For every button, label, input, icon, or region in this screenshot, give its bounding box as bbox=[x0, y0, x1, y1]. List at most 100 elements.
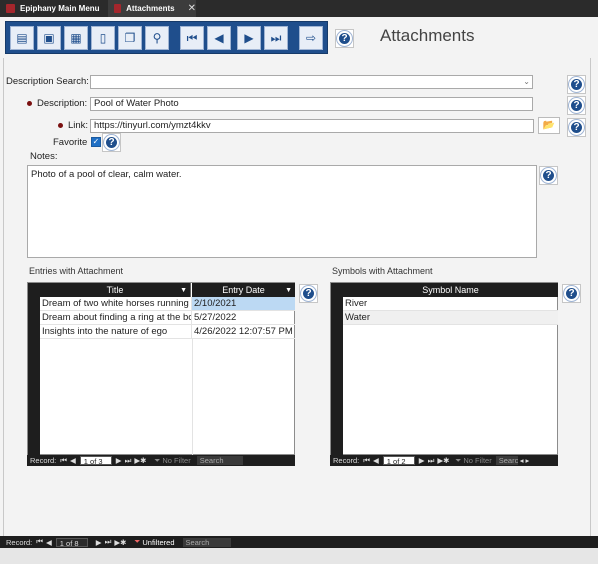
check-icon: ✓ bbox=[92, 137, 100, 146]
help-icon: ? bbox=[541, 168, 556, 183]
chevron-down-icon[interactable]: ⌄ bbox=[523, 76, 530, 88]
previous-record-icon[interactable]: ◀ bbox=[46, 538, 52, 547]
entry-title-cell[interactable]: Dream of two white horses running bbox=[40, 297, 192, 311]
find-icon: ⚲ bbox=[152, 31, 162, 45]
exit-icon: ⇨ bbox=[305, 31, 317, 45]
scroll-left-icon[interactable]: ◂ bbox=[520, 456, 524, 465]
previous-record-icon[interactable]: ◀ bbox=[373, 456, 379, 465]
new-record-icon[interactable]: ▶✱ bbox=[114, 538, 126, 547]
last-record-icon[interactable]: ⏭ bbox=[105, 537, 112, 547]
first-record-icon[interactable]: ⏮ bbox=[363, 456, 370, 466]
tab-attachments[interactable]: Attachments ✕ bbox=[108, 0, 196, 17]
tab-label: Epiphany Main Menu bbox=[20, 4, 100, 13]
symbols-navigation-bar: Record: ⏮ ◀ 1 of 2 ▶ ⏭ ▶✱ ⏷ No Filter Se… bbox=[330, 455, 558, 466]
tab-label: Attachments bbox=[126, 4, 175, 13]
filter-status[interactable]: Unfiltered bbox=[142, 538, 174, 547]
delete-button[interactable]: ▯ bbox=[91, 26, 115, 50]
notes-help[interactable]: ? bbox=[539, 166, 558, 185]
save-close-button[interactable]: ▣ bbox=[37, 26, 61, 50]
dropdown-arrow-icon[interactable]: ▼ bbox=[180, 287, 187, 294]
tab-main-menu[interactable]: Epiphany Main Menu bbox=[0, 0, 105, 17]
main-navigation-bar: Record: ⏮ ◀ 1 of 8 ▶ ⏭ ▶✱ ⏷ Unfiltered S… bbox=[0, 536, 598, 548]
description-search-combo[interactable]: ⌄ bbox=[90, 75, 533, 89]
favorite-help[interactable]: ? bbox=[102, 133, 121, 152]
entry-date-cell[interactable]: 4/26/2022 12:07:57 PM bbox=[192, 325, 295, 339]
notes-label: Notes: bbox=[30, 151, 58, 162]
record-selector-column[interactable] bbox=[28, 283, 40, 455]
new-record-icon[interactable]: ▶✱ bbox=[134, 456, 146, 465]
find-button[interactable]: ⚲ bbox=[145, 26, 169, 50]
entry-date-cell[interactable]: 5/27/2022 bbox=[192, 311, 295, 325]
record-position-field[interactable]: 1 of 8 bbox=[55, 537, 88, 548]
calendar-button[interactable]: ▦ bbox=[64, 26, 88, 50]
next-record-button[interactable]: ▶ bbox=[237, 26, 261, 50]
last-record-icon[interactable]: ⏭ bbox=[428, 456, 435, 466]
entries-help[interactable]: ? bbox=[299, 284, 318, 303]
table-row[interactable]: Water bbox=[343, 311, 558, 325]
search-box[interactable]: Search bbox=[182, 537, 231, 547]
document-tab-bar: Epiphany Main Menu Attachments ✕ bbox=[0, 0, 598, 17]
first-record-icon: ⏮ bbox=[186, 30, 198, 45]
last-record-icon: ⏭ bbox=[270, 30, 282, 45]
entry-title-cell[interactable]: Dream about finding a ring at the bo bbox=[40, 311, 192, 325]
last-record-button[interactable]: ⏭ bbox=[264, 26, 288, 50]
required-indicator bbox=[27, 101, 32, 106]
last-record-icon[interactable]: ⏭ bbox=[125, 456, 132, 466]
symbols-datasheet: Symbol Name River Water bbox=[330, 282, 558, 455]
link-field[interactable]: https://tinyurl.com/ymzt4kkv bbox=[90, 119, 534, 133]
required-indicator bbox=[58, 123, 63, 128]
search-box[interactable]: Searc bbox=[495, 456, 518, 465]
status-bar bbox=[0, 548, 598, 564]
first-record-icon[interactable]: ⏮ bbox=[36, 537, 43, 547]
description-label: Description: bbox=[37, 98, 88, 109]
entry-date-cell[interactable]: 2/10/2021 bbox=[192, 297, 295, 311]
close-icon[interactable]: ✕ bbox=[188, 3, 196, 14]
next-record-icon[interactable]: ▶ bbox=[96, 538, 102, 547]
next-record-icon: ▶ bbox=[244, 31, 254, 45]
dropdown-arrow-icon[interactable]: ▼ bbox=[285, 287, 292, 294]
record-toolbar: ▤ ▣ ▦ ▯ ❐ ⚲ ⏮ ◀ ▶ ⏭ ⇨ bbox=[5, 21, 328, 54]
description-search-help[interactable]: ? bbox=[567, 75, 586, 94]
form-icon bbox=[6, 4, 15, 13]
form-icon bbox=[114, 4, 122, 13]
record-position-field[interactable]: 1 of 2 bbox=[382, 456, 415, 466]
exit-button[interactable]: ⇨ bbox=[299, 26, 323, 50]
record-position-field[interactable]: 1 of 3 bbox=[79, 456, 112, 466]
record-selector-column[interactable] bbox=[331, 283, 343, 455]
form-title: Attachments bbox=[380, 26, 475, 45]
first-record-icon[interactable]: ⏮ bbox=[60, 456, 67, 466]
browse-folder-button[interactable]: 📂 bbox=[538, 117, 560, 134]
notes-textarea[interactable]: Photo of a pool of clear, calm water. bbox=[27, 165, 537, 258]
first-record-button[interactable]: ⏮ bbox=[180, 26, 204, 50]
favorite-checkbox[interactable]: ✓ bbox=[91, 137, 101, 147]
column-header-entry-date[interactable]: Entry Date ▼ bbox=[192, 283, 295, 297]
filter-icon: ⏷ bbox=[134, 537, 141, 546]
search-box[interactable]: Search bbox=[196, 456, 243, 465]
description-field[interactable]: Pool of Water Photo bbox=[90, 97, 533, 111]
copy-button[interactable]: ❐ bbox=[118, 26, 142, 50]
filter-status[interactable]: No Filter bbox=[162, 456, 190, 465]
open-button[interactable]: ▤ bbox=[10, 26, 34, 50]
record-label: Record: bbox=[30, 456, 57, 465]
scroll-right-icon[interactable]: ▸ bbox=[526, 456, 530, 465]
next-record-icon[interactable]: ▶ bbox=[116, 456, 122, 465]
previous-record-icon: ◀ bbox=[214, 31, 224, 45]
next-record-icon[interactable]: ▶ bbox=[419, 456, 425, 465]
help-icon: ? bbox=[301, 286, 316, 301]
filter-status[interactable]: No Filter bbox=[463, 456, 491, 465]
table-row[interactable]: River bbox=[343, 297, 558, 311]
previous-record-button[interactable]: ◀ bbox=[207, 26, 231, 50]
entry-title-cell[interactable]: Insights into the nature of ego bbox=[40, 325, 192, 339]
calendar-icon: ▦ bbox=[70, 31, 82, 45]
symbols-help[interactable]: ? bbox=[562, 284, 581, 303]
help-icon: ? bbox=[569, 98, 584, 113]
column-header-symbol-name[interactable]: Symbol Name bbox=[343, 283, 558, 297]
previous-record-icon[interactable]: ◀ bbox=[70, 456, 76, 465]
column-header-title[interactable]: Title ▼ bbox=[40, 283, 191, 297]
description-help[interactable]: ? bbox=[567, 96, 586, 115]
help-icon: ? bbox=[104, 135, 119, 150]
new-record-icon[interactable]: ▶✱ bbox=[437, 456, 449, 465]
link-help[interactable]: ? bbox=[567, 118, 586, 137]
column-divider bbox=[192, 339, 193, 455]
toolbar-help-button[interactable]: ? bbox=[335, 29, 354, 48]
